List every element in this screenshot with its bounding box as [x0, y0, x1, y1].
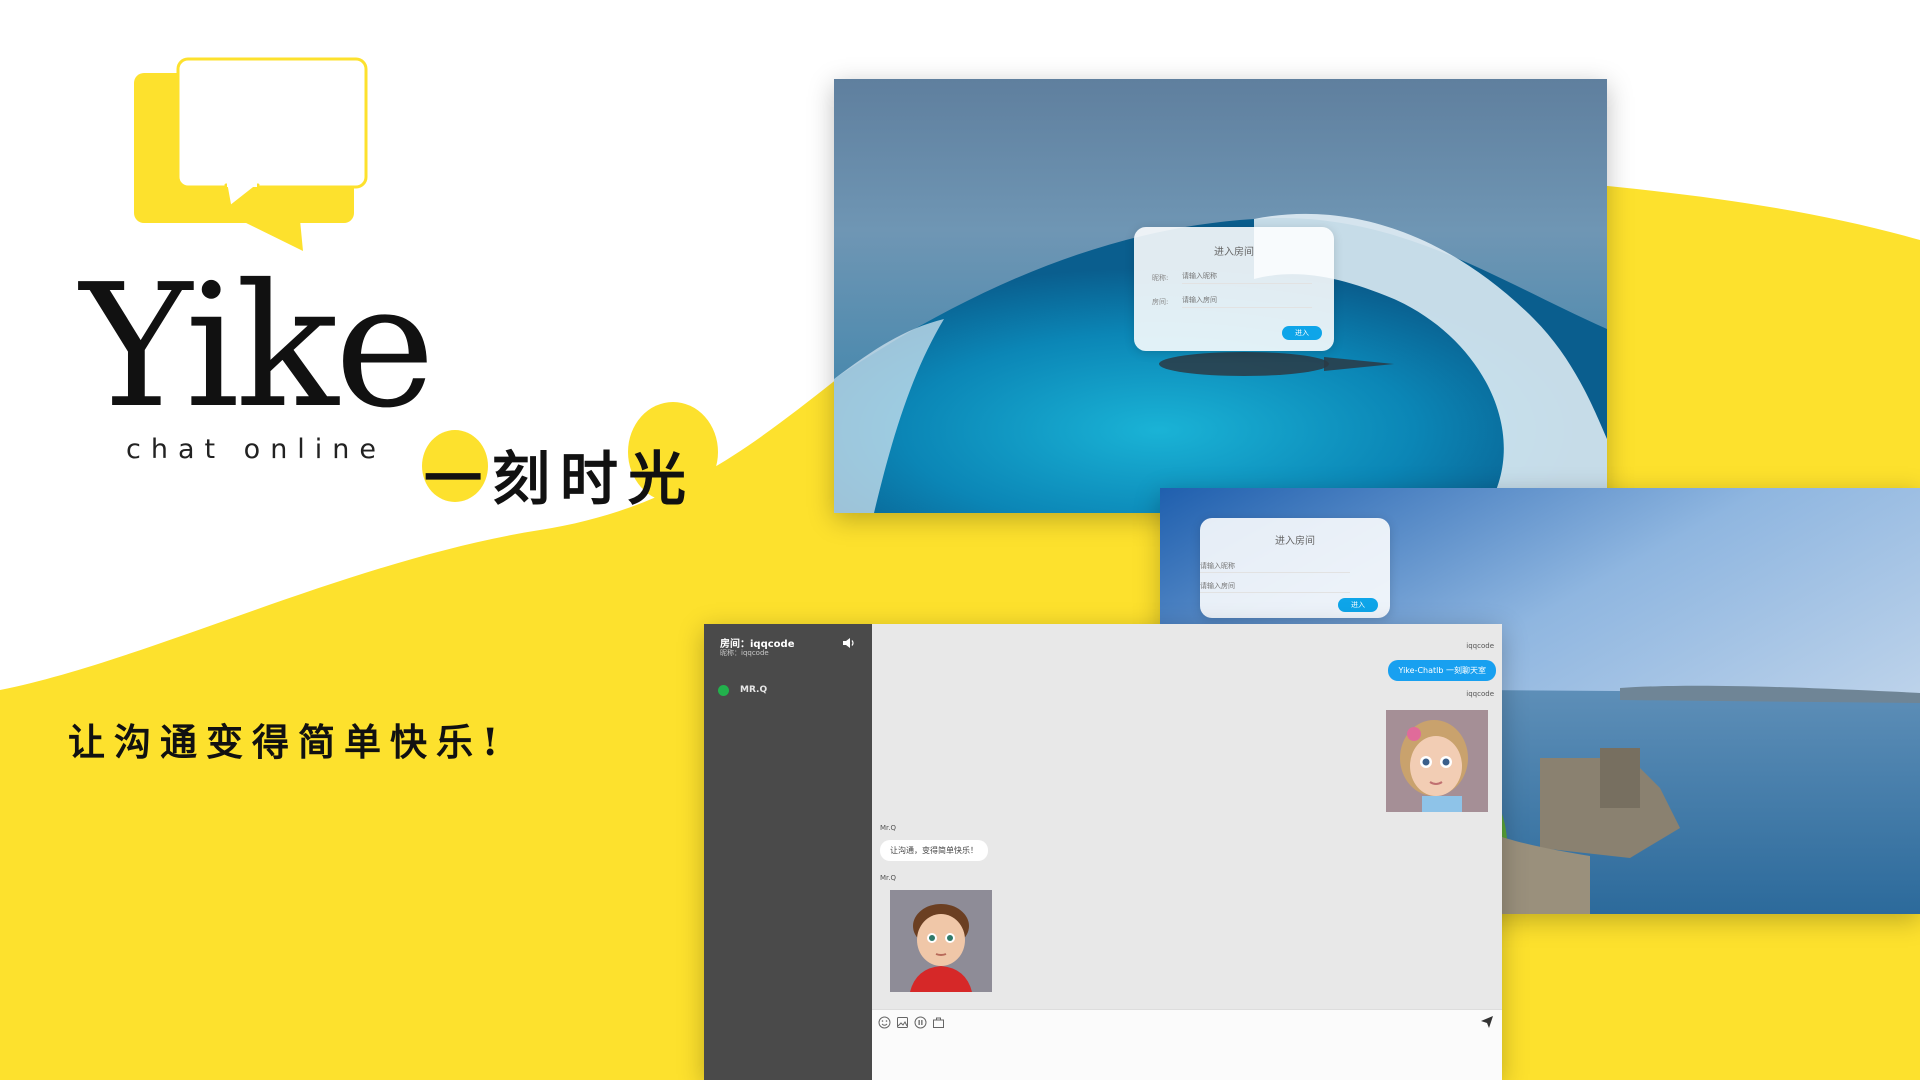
nickname-subtitle: 昵称：iqqcode: [720, 649, 769, 657]
slogan: 一刻时光: [424, 445, 697, 513]
brand-tagline: chat online: [126, 434, 387, 465]
message-sender: iqqcode: [1466, 642, 1494, 650]
ocean-login-card: 进入房间 昵称: 房间: 进入: [1134, 227, 1334, 351]
speaker-icon[interactable]: [842, 636, 856, 650]
bag-icon[interactable]: [932, 1016, 945, 1029]
online-status-dot: [718, 685, 729, 696]
message-sender: Mr.Q: [880, 874, 897, 882]
online-user-item[interactable]: MR.Q: [718, 684, 858, 698]
message-bubble-left: 让沟通，变得简单快乐！: [880, 840, 988, 861]
girl-avatar-image[interactable]: [1386, 710, 1488, 812]
room-input[interactable]: [1200, 580, 1350, 593]
chat-bubble-logo-icon: [134, 57, 368, 251]
chat-message-area: iqqcode Yike-Chatlb 一刻聊天室 iqqcode Mr.Q 让…: [872, 624, 1502, 1009]
login-title: 进入房间: [1214, 247, 1254, 258]
boy-avatar-image[interactable]: [890, 890, 992, 992]
message-bubble-right: Yike-Chatlb 一刻聊天室: [1388, 660, 1496, 681]
message-sender: Mr.Q: [880, 824, 897, 832]
brand-name: Yike: [80, 248, 435, 446]
nickname-input[interactable]: [1200, 560, 1350, 573]
chat-app-screenshot: 房间：iqqcode 昵称：iqqcode MR.Q iqqcode Yike-…: [704, 624, 1502, 1080]
room-input[interactable]: [1182, 293, 1312, 308]
chat-sidebar: 房间：iqqcode 昵称：iqqcode MR.Q: [704, 624, 872, 1080]
image-icon[interactable]: [896, 1016, 909, 1029]
chat-input-bar[interactable]: [872, 1009, 1502, 1080]
login-title: 进入房间: [1275, 536, 1315, 547]
file-icon[interactable]: [914, 1016, 927, 1029]
enter-room-button[interactable]: 进入: [1338, 598, 1378, 612]
send-icon[interactable]: [1480, 1015, 1494, 1029]
motto: 让沟通变得简单快乐!: [68, 720, 508, 764]
castle-login-card: 进入房间 进入: [1200, 518, 1390, 618]
nickname-input[interactable]: [1182, 269, 1312, 284]
room-label: 房间:: [1152, 298, 1169, 306]
enter-room-button[interactable]: 进入: [1282, 326, 1322, 340]
emoji-icon[interactable]: [878, 1016, 891, 1029]
ocean-login-screenshot: 进入房间 昵称: 房间: 进入: [834, 79, 1607, 513]
nickname-label: 昵称:: [1152, 274, 1169, 282]
message-sender: iqqcode: [1466, 690, 1494, 698]
online-user-name: MR.Q: [740, 685, 768, 695]
